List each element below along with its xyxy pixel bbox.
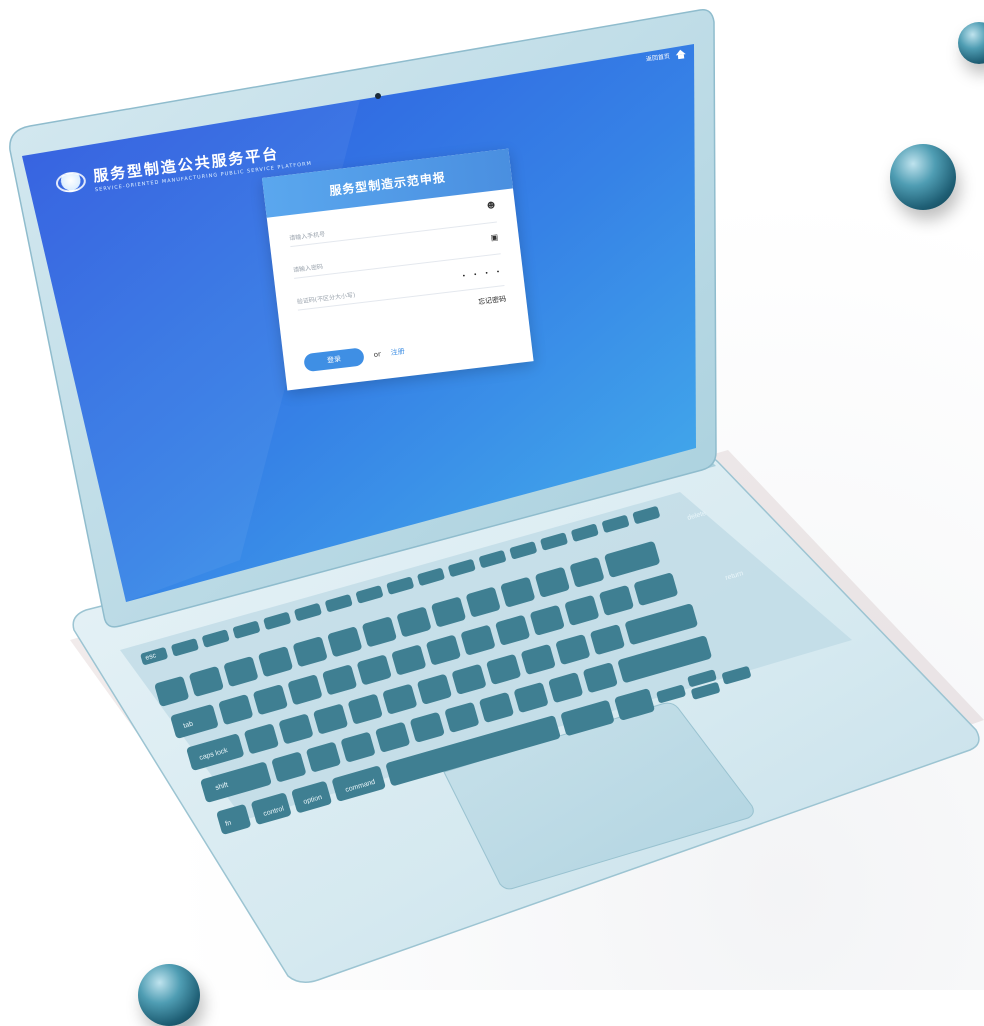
login-actions: 登录 or 注册 <box>303 342 406 373</box>
login-button[interactable]: 登录 <box>303 347 365 373</box>
decorative-sphere-right <box>890 144 956 210</box>
captcha-image[interactable]: • • • • <box>462 268 503 280</box>
user-icon: ☻ <box>486 200 496 211</box>
lock-icon: ▣ <box>490 232 499 243</box>
login-card: 服务型制造示范申报 请输入手机号 ☻ 请输入密码 ▣ 验证码(不区分大小写) •… <box>262 148 534 391</box>
home-icon <box>675 49 686 56</box>
logo-icon <box>54 170 87 194</box>
forgot-password-link[interactable]: 忘记密码 <box>478 294 507 307</box>
or-text: or <box>373 350 382 359</box>
camera-icon <box>375 93 381 99</box>
register-link[interactable]: 注册 <box>390 346 405 358</box>
decorative-sphere-bottom <box>138 964 200 1026</box>
laptop-illustration: esc tab caps lock shift fn control optio… <box>9 9 984 983</box>
